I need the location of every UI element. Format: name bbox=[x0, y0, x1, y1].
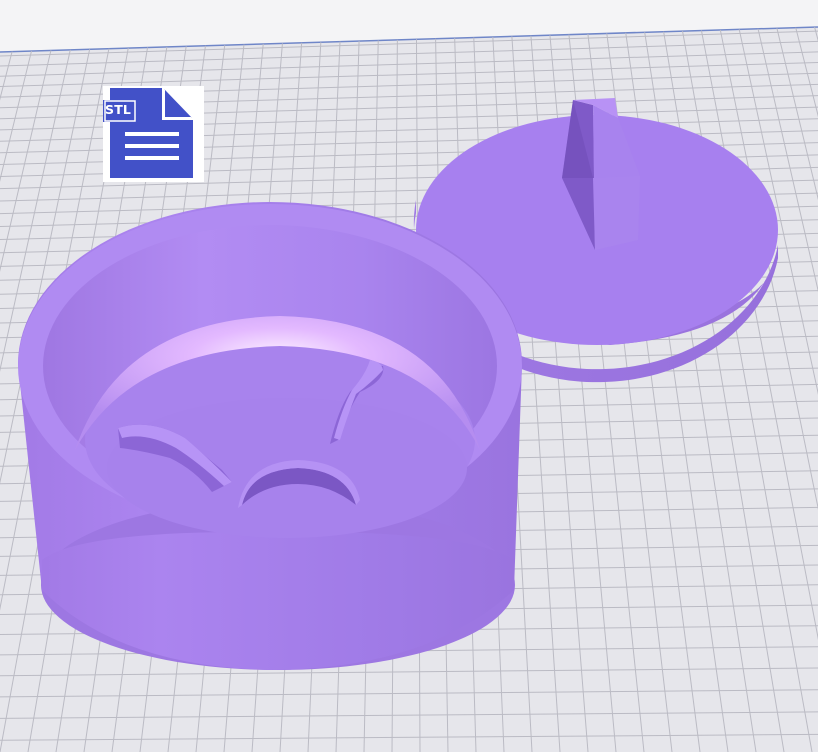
lid-handle-cap bbox=[593, 176, 640, 250]
stl-file-label: STL bbox=[105, 102, 132, 117]
container-model[interactable] bbox=[18, 202, 522, 670]
stl-file-icon bbox=[103, 88, 193, 178]
stl-file-badge bbox=[103, 86, 204, 182]
3d-viewport[interactable]: STL bbox=[0, 0, 818, 752]
